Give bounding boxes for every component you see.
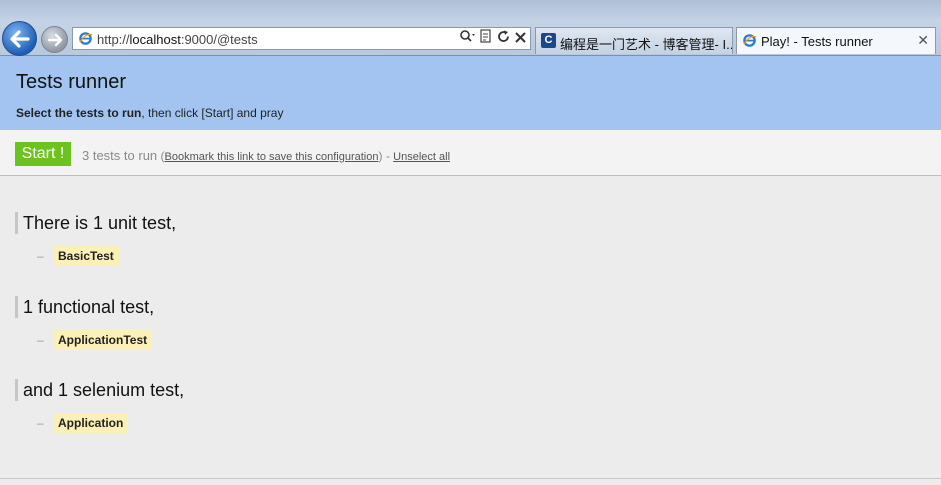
selenium-tests-group: and 1 selenium test, – Application — [15, 379, 184, 433]
forward-button[interactable] — [41, 26, 68, 53]
address-bar[interactable]: http://localhost:9000/@tests — [72, 27, 531, 50]
tab-tests-runner[interactable]: Play! - Tests runner ✕ — [736, 27, 936, 54]
back-button[interactable] — [2, 21, 37, 56]
unselect-all-link[interactable]: Unselect all — [393, 151, 450, 163]
group-title: 1 functional test, — [15, 296, 154, 318]
footer-divider — [0, 478, 941, 479]
test-name[interactable]: ApplicationTest — [53, 330, 153, 350]
tests-status: 3 tests to run (Bookmark this link to sa… — [82, 148, 450, 163]
dash-marker: – — [37, 249, 44, 263]
url-scheme: http:// — [97, 32, 130, 47]
group-title: There is 1 unit test, — [15, 212, 176, 234]
tests-toolbar: Start ! 3 tests to run (Bookmark this li… — [0, 130, 941, 176]
test-item[interactable]: – ApplicationTest — [37, 330, 153, 350]
unit-tests-group: There is 1 unit test, – BasicTest — [15, 212, 176, 266]
start-button[interactable]: Start ! — [15, 142, 71, 166]
tests-count: 3 tests to run — [82, 148, 158, 163]
group-title: and 1 selenium test, — [15, 379, 184, 401]
tab-blog-admin[interactable]: C 编程是一门艺术 - 博客管理- I... — [535, 27, 733, 54]
stop-icon[interactable] — [515, 30, 526, 48]
refresh-icon[interactable] — [497, 30, 510, 48]
page-header: Tests runner Select the tests to run, th… — [0, 56, 941, 130]
subtitle-emphasis: Select the tests to run — [16, 106, 142, 120]
test-name[interactable]: BasicTest — [53, 246, 119, 266]
page-subtitle: Select the tests to run, then click [Sta… — [16, 106, 283, 120]
url-path: :9000/@tests — [180, 32, 258, 47]
compatibility-view-icon[interactable] — [480, 29, 492, 48]
ie-logo-icon — [79, 32, 93, 45]
address-url[interactable]: http://localhost:9000/@tests — [97, 32, 258, 47]
back-arrow-icon — [9, 29, 30, 48]
forward-arrow-icon — [47, 33, 62, 46]
close-tab-icon[interactable]: ✕ — [917, 33, 929, 47]
tab-label: 编程是一门艺术 - 博客管理- I... — [560, 37, 733, 52]
dash-marker: – — [37, 333, 44, 347]
test-name[interactable]: Application — [53, 413, 129, 433]
browser-chrome: http://localhost:9000/@tests C 编程是一门艺术 -… — [0, 0, 941, 56]
functional-tests-group: 1 functional test, – ApplicationTest — [15, 296, 154, 350]
cnblogs-favicon-icon: C — [541, 33, 556, 48]
bookmark-config-link[interactable]: Bookmark this link to save this configur… — [165, 151, 379, 163]
page-title: Tests runner — [16, 71, 127, 93]
test-item[interactable]: – BasicTest — [37, 246, 119, 266]
paren-close: ) - — [378, 149, 394, 163]
ie-logo-icon — [743, 34, 757, 47]
search-icon[interactable] — [459, 29, 475, 48]
test-item[interactable]: – Application — [37, 413, 129, 433]
tab-label: Play! - Tests runner — [761, 34, 873, 49]
subtitle-rest: , then click [Start] and pray — [141, 106, 284, 120]
paren-open: ( — [157, 149, 165, 163]
url-host: localhost — [129, 32, 181, 47]
dash-marker: – — [37, 416, 44, 430]
